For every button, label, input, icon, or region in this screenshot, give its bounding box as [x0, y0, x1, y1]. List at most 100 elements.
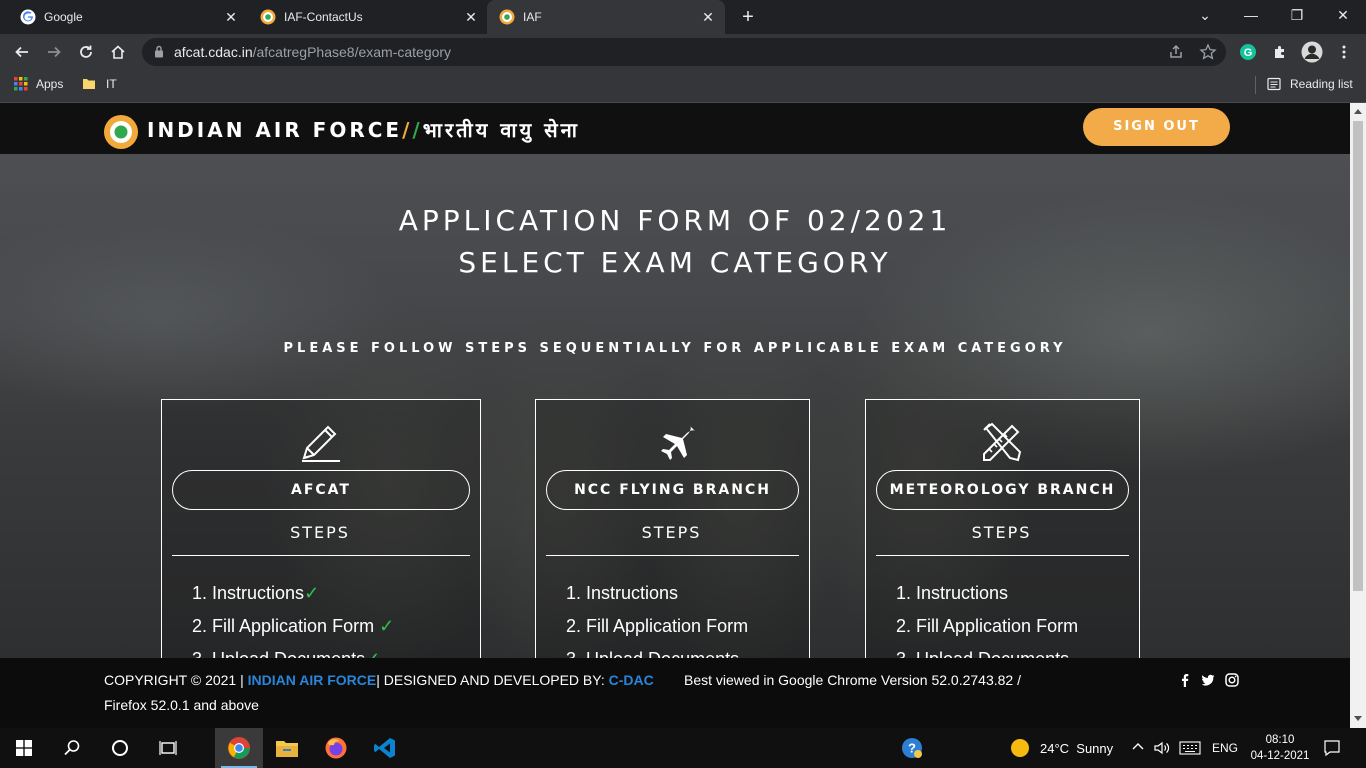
notifications-button[interactable]	[1323, 739, 1341, 760]
restore-button[interactable]: ❐	[1274, 0, 1320, 32]
cdac-link[interactable]: C-DAC	[609, 672, 654, 688]
tab-google[interactable]: Google ✕	[0, 0, 248, 34]
touch-keyboard-icon	[1179, 741, 1201, 755]
share-icon[interactable]	[1167, 43, 1185, 61]
taskbar-vscode[interactable]	[361, 728, 409, 768]
tab-label: Google	[44, 10, 83, 24]
forward-button[interactable]	[40, 38, 68, 66]
start-button[interactable]	[0, 728, 48, 768]
close-tab-icon[interactable]: ✕	[699, 8, 717, 26]
step-text: 3. Upload Documents	[192, 649, 365, 658]
steps-label: STEPS	[641, 523, 702, 542]
site-brand[interactable]: INDIAN AIR FORCE//भारतीय वायु सेना	[147, 116, 580, 143]
afcat-steps-list: 1. Instructions✓ 2. Fill Application For…	[192, 580, 394, 658]
bookmark-apps[interactable]: Apps	[14, 77, 63, 91]
taskbar-chrome[interactable]	[215, 728, 263, 768]
step-item[interactable]: 2. Fill Application Form ✓	[192, 613, 394, 646]
reading-list-icon	[1267, 77, 1281, 91]
afcat-category-button[interactable]: AFCAT	[172, 470, 470, 510]
taskbar-file-explorer[interactable]	[263, 728, 311, 768]
step-text: 3. Upload Documents	[566, 649, 739, 658]
scroll-up-icon[interactable]	[1354, 109, 1362, 114]
task-view-icon	[159, 741, 177, 755]
checkmark-icon: ✓	[379, 616, 395, 636]
cortana-button[interactable]	[96, 728, 144, 768]
ncc-flying-category-button[interactable]: NCC FLYING BRANCH	[546, 470, 799, 510]
profile-button[interactable]	[1298, 38, 1326, 66]
grammarly-icon: G	[1240, 44, 1256, 60]
site-footer: COPYRIGHT © 2021 | INDIAN AIR FORCE| DES…	[0, 658, 1350, 728]
windows-logo-icon	[16, 740, 32, 756]
help-tray-icon[interactable]: ?	[888, 728, 936, 768]
step-item[interactable]: 3. Upload Documents✓	[192, 646, 394, 658]
step-item[interactable]: 3. Upload Documents	[896, 646, 1078, 658]
twitter-icon[interactable]	[1201, 673, 1215, 687]
language-indicator[interactable]: ENG	[1212, 741, 1238, 755]
exam-card-ncc-flying: NCC FLYING BRANCH STEPS 1. Instructions …	[535, 399, 810, 658]
search-icon	[64, 740, 80, 756]
folder-icon	[83, 79, 95, 89]
tray-expand-icon	[1132, 743, 1144, 750]
instagram-icon[interactable]	[1225, 673, 1239, 687]
vscode-icon	[374, 738, 395, 758]
menu-button[interactable]	[1330, 38, 1358, 66]
url-domain: afcat.cdac.in	[174, 44, 253, 60]
step-text: 2. Fill Application Form	[896, 616, 1079, 636]
address-bar[interactable]: afcat.cdac.in/afcatregPhase8/exam-catego…	[142, 38, 1226, 66]
new-tab-button[interactable]: +	[737, 6, 759, 28]
sign-out-button[interactable]: SIGN OUT	[1083, 108, 1230, 146]
meteorology-category-button[interactable]: METEOROLOGY BRANCH	[876, 470, 1129, 510]
reload-button[interactable]	[72, 38, 100, 66]
step-item[interactable]: 1. Instructions	[566, 580, 748, 613]
speaker-icon[interactable]	[1154, 740, 1170, 759]
iaf-footer-link[interactable]: INDIAN AIR FORCE	[248, 672, 377, 688]
weather-widget[interactable]: 24°C Sunny	[1040, 741, 1113, 756]
back-button[interactable]	[8, 38, 36, 66]
taskbar-firefox[interactable]	[312, 728, 360, 768]
avatar	[1301, 41, 1323, 63]
meteorology-steps-list: 1. Instructions 2. Fill Application Form…	[896, 580, 1078, 658]
reload-icon	[80, 45, 92, 58]
reading-list-button[interactable]: Reading list	[1267, 77, 1353, 91]
tab-iaf[interactable]: IAF ✕	[487, 0, 725, 34]
step-item[interactable]: 3. Upload Documents	[566, 646, 748, 658]
step-item[interactable]: 2. Fill Application Form	[896, 613, 1078, 646]
pencil-icon	[302, 425, 340, 462]
brand-slash-green: /	[412, 118, 423, 142]
ncc-steps-list: 1. Instructions 2. Fill Application Form…	[566, 580, 748, 658]
close-tab-icon[interactable]: ✕	[462, 8, 480, 26]
close-tab-icon[interactable]: ✕	[222, 8, 240, 26]
steps-label: STEPS	[290, 523, 350, 542]
bookmark-star-icon[interactable]	[1199, 43, 1217, 61]
brand-english: INDIAN AIR FORCE	[147, 118, 403, 142]
cortana-circle-icon	[112, 740, 128, 756]
clock-time: 08:10	[1265, 734, 1295, 746]
reading-list-label: Reading list	[1290, 77, 1353, 91]
step-item[interactable]: 1. Instructions	[896, 580, 1078, 613]
minimize-button[interactable]: —	[1228, 0, 1274, 32]
task-view-button[interactable]	[144, 728, 192, 768]
extensions-button[interactable]	[1266, 38, 1294, 66]
step-item[interactable]: 1. Instructions✓	[192, 580, 394, 613]
designed-by-text: | DESIGNED AND DEVELOPED BY:	[376, 672, 605, 688]
bookmark-it-folder[interactable]: IT	[82, 77, 117, 91]
close-window-button[interactable]: ✕	[1320, 0, 1366, 32]
chevron-up-icon[interactable]	[1131, 739, 1145, 756]
scrollbar-thumb[interactable]	[1353, 121, 1363, 591]
step-item[interactable]: 2. Fill Application Form	[566, 613, 748, 646]
airplane-icon	[661, 426, 695, 460]
grammarly-extension-button[interactable]: G	[1234, 38, 1262, 66]
search-button[interactable]	[48, 728, 96, 768]
tab-iaf-contactus[interactable]: IAF-ContactUs ✕	[240, 0, 488, 34]
home-button[interactable]	[104, 38, 132, 66]
page-scrollbar[interactable]	[1350, 103, 1366, 728]
keyboard-icon[interactable]	[1179, 741, 1201, 758]
iaf-roundel-icon	[499, 9, 515, 25]
step-text: 3. Upload Documents	[896, 649, 1069, 658]
tab-search-icon[interactable]: ⌄	[1182, 0, 1228, 32]
facebook-icon[interactable]	[1178, 673, 1192, 687]
checkmark-icon: ✓	[365, 649, 380, 658]
bookmarks-bar: Apps IT Reading list	[0, 70, 1366, 103]
scroll-down-icon[interactable]	[1354, 716, 1362, 721]
clock[interactable]: 08:10 04-12-2021	[1249, 732, 1311, 764]
